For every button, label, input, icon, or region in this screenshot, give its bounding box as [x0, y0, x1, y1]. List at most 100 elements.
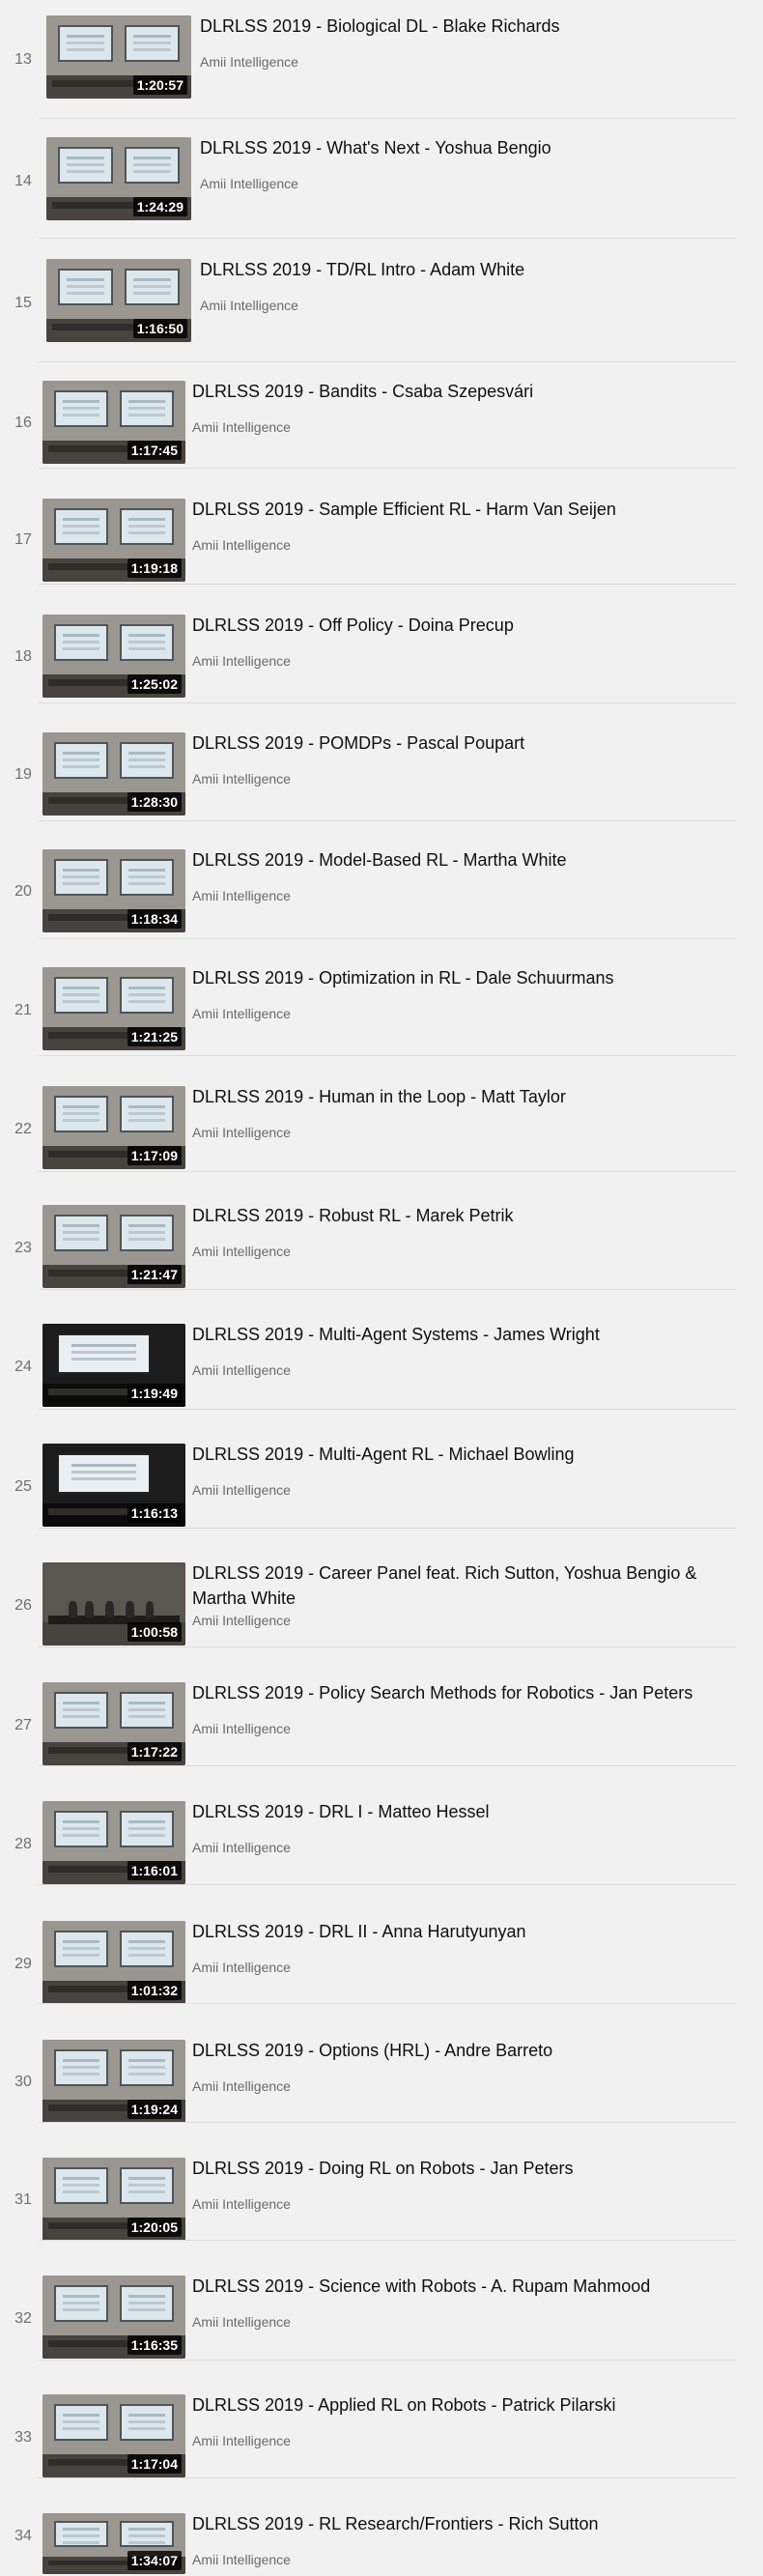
video-channel-name[interactable]: Amii Intelligence	[192, 1960, 291, 1975]
video-title[interactable]: DLRLSS 2019 - Bandits - Csaba Szepesvári	[192, 379, 733, 404]
video-title[interactable]: DLRLSS 2019 - Human in the Loop - Matt T…	[192, 1084, 733, 1109]
video-thumbnail[interactable]: 1:19:24	[42, 2040, 185, 2123]
video-channel-name[interactable]: Amii Intelligence	[192, 2078, 291, 2094]
video-title[interactable]: DLRLSS 2019 - Multi-Agent RL - Michael B…	[192, 1442, 733, 1467]
video-channel-name[interactable]: Amii Intelligence	[192, 771, 291, 787]
playlist-item[interactable]: 13 1:20:57 DLRLSS 2019 - Biological DL - B…	[0, 0, 763, 122]
playlist-item[interactable]: 23 1:21:47 DLRLSS 2019 - Robust RL - Marek…	[0, 1189, 763, 1308]
video-title[interactable]: DLRLSS 2019 - TD/RL Intro - Adam White	[200, 257, 741, 282]
video-title[interactable]: DLRLSS 2019 - Sample Efficient RL - Harm…	[192, 497, 733, 522]
video-channel-name[interactable]: Amii Intelligence	[200, 298, 298, 313]
video-title[interactable]: DLRLSS 2019 - Doing RL on Robots - Jan P…	[192, 2156, 733, 2181]
playlist-item-index: 27	[14, 1717, 32, 1733]
playlist-item-index: 30	[14, 2074, 32, 2090]
video-channel-name[interactable]: Amii Intelligence	[192, 1613, 291, 1628]
video-thumbnail[interactable]: 1:19:49	[42, 1324, 185, 1407]
video-channel-name[interactable]: Amii Intelligence	[192, 1482, 291, 1498]
playlist-item-index: 34	[14, 2528, 32, 2544]
playlist-item[interactable]: 31 1:20:05 DLRLSS 2019 - Doing RL on Robot…	[0, 2142, 763, 2260]
video-thumbnail[interactable]: 1:16:50	[46, 259, 191, 342]
playlist-item[interactable]: 33 1:17:04 DLRLSS 2019 - Applied RL on Rob…	[0, 2379, 763, 2498]
video-title[interactable]: DLRLSS 2019 - What's Next - Yoshua Bengi…	[200, 135, 741, 160]
video-thumbnail[interactable]: 1:17:45	[42, 381, 185, 464]
video-title[interactable]: DLRLSS 2019 - RL Research/Frontiers - Ri…	[192, 2511, 733, 2536]
video-title[interactable]: DLRLSS 2019 - Options (HRL) - Andre Barr…	[192, 2038, 733, 2063]
video-title[interactable]: DLRLSS 2019 - POMDPs - Pascal Poupart	[192, 730, 733, 756]
video-title[interactable]: DLRLSS 2019 - Multi-Agent Systems - Jame…	[192, 1322, 733, 1347]
playlist-item-index: 20	[14, 883, 32, 900]
video-channel-name[interactable]: Amii Intelligence	[192, 2552, 291, 2567]
video-title[interactable]: DLRLSS 2019 - Science with Robots - A. R…	[192, 2274, 733, 2299]
video-thumbnail[interactable]: 1:00:58	[42, 1562, 185, 1646]
video-title[interactable]: DLRLSS 2019 - Off Policy - Doina Precup	[192, 613, 733, 638]
playlist-item[interactable]: 19 1:28:30 DLRLSS 2019 - POMDPs - Pascal P…	[0, 717, 763, 834]
playlist-item[interactable]: 21 1:21:25 DLRLSS 2019 - Optimization in R…	[0, 952, 763, 1071]
video-thumbnail[interactable]: 1:16:35	[42, 2275, 185, 2359]
video-channel-name[interactable]: Amii Intelligence	[192, 888, 291, 903]
playlist-item-index: 15	[14, 295, 32, 311]
video-thumbnail[interactable]: 1:16:13	[42, 1444, 185, 1527]
video-title[interactable]: DLRLSS 2019 - Policy Search Methods for …	[192, 1680, 733, 1705]
playlist-item[interactable]: 25 1:16:13 DLRLSS 2019 - Multi-Agent RL - …	[0, 1428, 763, 1547]
playlist-item[interactable]: 16 1:17:45 DLRLSS 2019 - Bandits - Csaba S…	[0, 365, 763, 483]
video-title[interactable]: DLRLSS 2019 - Model-Based RL - Martha Wh…	[192, 847, 733, 873]
video-thumbnail[interactable]: 1:17:04	[42, 2394, 185, 2477]
playlist-item[interactable]: 30 1:19:24 DLRLSS 2019 - Options (HRL) - A…	[0, 2024, 763, 2142]
playlist-item[interactable]: 20 1:18:34 DLRLSS 2019 - Model-Based RL - …	[0, 834, 763, 952]
video-thumbnail[interactable]: 1:20:05	[42, 2158, 185, 2241]
playlist-item[interactable]: 24 1:19:49 DLRLSS 2019 - Multi-Agent Syste…	[0, 1308, 763, 1428]
list-divider	[39, 1884, 736, 1885]
video-thumbnail[interactable]: 1:24:29	[46, 137, 191, 220]
video-title[interactable]: DLRLSS 2019 - Biological DL - Blake Rich…	[200, 14, 741, 39]
playlist-item-index: 22	[14, 1121, 32, 1137]
playlist-item[interactable]: 15 1:16:50 DLRLSS 2019 - TD/RL Intro - Ada…	[0, 243, 763, 365]
playlist-item[interactable]: 28 1:16:01 DLRLSS 2019 - DRL I - Matteo He…	[0, 1786, 763, 1905]
video-channel-name[interactable]: Amii Intelligence	[200, 54, 298, 70]
video-duration-badge: 1:28:30	[127, 792, 182, 812]
video-thumbnail[interactable]: 1:25:02	[42, 615, 185, 698]
video-thumbnail[interactable]: 1:28:30	[42, 732, 185, 816]
video-channel-name[interactable]: Amii Intelligence	[192, 1721, 291, 1736]
playlist-item[interactable]: 18 1:25:02 DLRLSS 2019 - Off Policy - Doin…	[0, 599, 763, 717]
video-duration-badge: 1:18:34	[127, 909, 182, 929]
video-channel-name[interactable]: Amii Intelligence	[192, 1006, 291, 1021]
list-divider	[39, 1646, 736, 1647]
video-channel-name[interactable]: Amii Intelligence	[192, 419, 291, 435]
video-channel-name[interactable]: Amii Intelligence	[192, 1840, 291, 1855]
video-thumbnail[interactable]: 1:17:09	[42, 1086, 185, 1169]
video-thumbnail[interactable]: 1:20:57	[46, 15, 191, 99]
video-title[interactable]: DLRLSS 2019 - Optimization in RL - Dale …	[192, 965, 733, 990]
video-thumbnail[interactable]: 1:17:22	[42, 1682, 185, 1765]
video-channel-name[interactable]: Amii Intelligence	[192, 1125, 291, 1140]
playlist-item-index: 33	[14, 2429, 32, 2446]
video-channel-name[interactable]: Amii Intelligence	[192, 537, 291, 553]
video-thumbnail[interactable]: 1:18:34	[42, 849, 185, 932]
video-thumbnail[interactable]: 1:34:07	[42, 2513, 185, 2574]
playlist-item[interactable]: 29 1:01:32 DLRLSS 2019 - DRL II - Anna Har…	[0, 1905, 763, 2024]
video-title[interactable]: DLRLSS 2019 - DRL II - Anna Harutyunyan	[192, 1919, 733, 1944]
video-thumbnail[interactable]: 1:21:25	[42, 967, 185, 1050]
playlist-item[interactable]: 26 1:00:58 DLRLSS 2019 - Career Panel feat…	[0, 1547, 763, 1667]
playlist-item[interactable]: 32 1:16:35 DLRLSS 2019 - Science with Robo…	[0, 2260, 763, 2379]
video-channel-name[interactable]: Amii Intelligence	[200, 176, 298, 191]
video-title[interactable]: DLRLSS 2019 - DRL I - Matteo Hessel	[192, 1799, 733, 1824]
video-channel-name[interactable]: Amii Intelligence	[192, 2196, 291, 2212]
video-title[interactable]: DLRLSS 2019 - Robust RL - Marek Petrik	[192, 1203, 733, 1228]
video-channel-name[interactable]: Amii Intelligence	[192, 1244, 291, 1259]
list-divider	[39, 2240, 736, 2241]
video-thumbnail[interactable]: 1:19:18	[42, 499, 185, 582]
video-thumbnail[interactable]: 1:21:47	[42, 1205, 185, 1288]
video-channel-name[interactable]: Amii Intelligence	[192, 2314, 291, 2330]
playlist-item[interactable]: 27 1:17:22 DLRLSS 2019 - Policy Search Met…	[0, 1667, 763, 1786]
video-channel-name[interactable]: Amii Intelligence	[192, 2433, 291, 2448]
video-duration-badge: 1:21:25	[127, 1027, 182, 1046]
playlist-item[interactable]: 34 1:34:07 DLRLSS 2019 - RL Research/Front…	[0, 2498, 763, 2576]
video-title[interactable]: DLRLSS 2019 - Career Panel feat. Rich Su…	[192, 1560, 733, 1611]
video-channel-name[interactable]: Amii Intelligence	[192, 1362, 291, 1378]
video-channel-name[interactable]: Amii Intelligence	[192, 653, 291, 669]
video-thumbnail[interactable]: 1:16:01	[42, 1801, 185, 1884]
playlist-item[interactable]: 14 1:24:29 DLRLSS 2019 - What's Next - Yos…	[0, 122, 763, 243]
playlist-item[interactable]: 17 1:19:18 DLRLSS 2019 - Sample Efficient …	[0, 483, 763, 599]
video-thumbnail[interactable]: 1:01:32	[42, 1921, 185, 2004]
video-title[interactable]: DLRLSS 2019 - Applied RL on Robots - Pat…	[192, 2392, 733, 2418]
